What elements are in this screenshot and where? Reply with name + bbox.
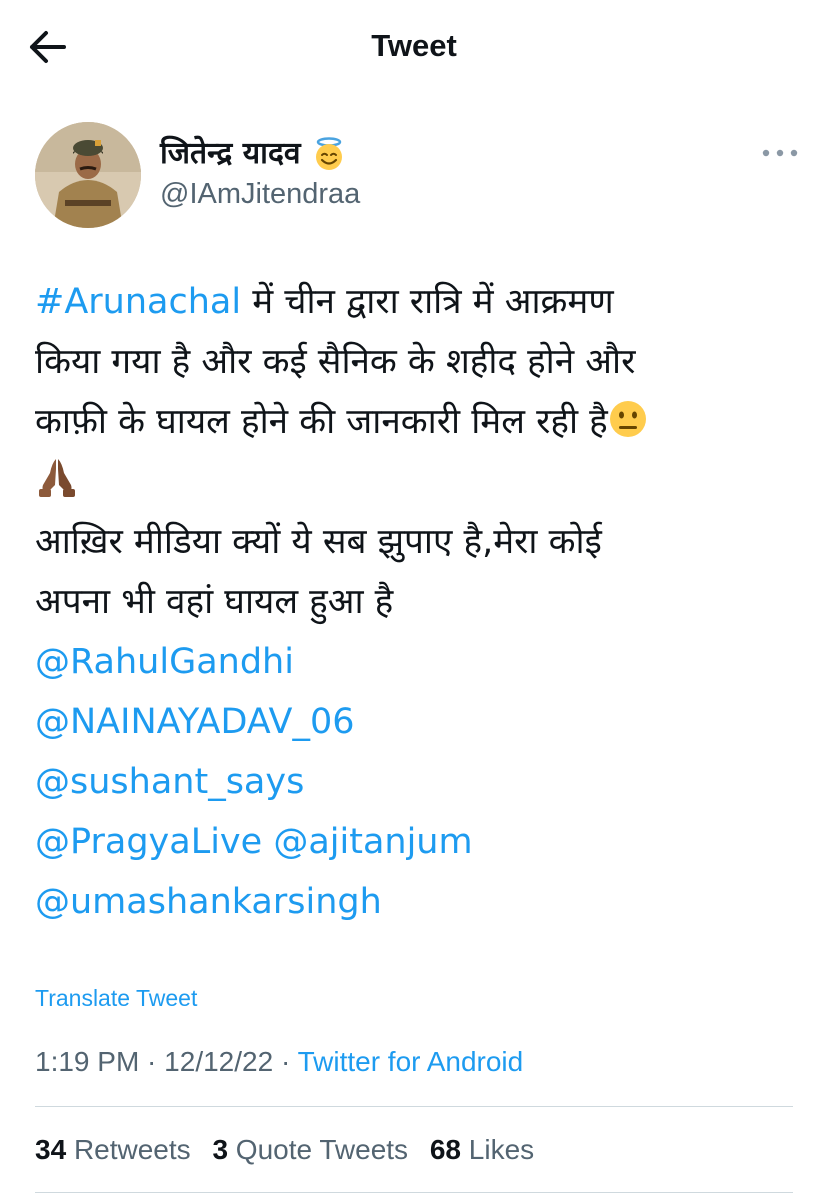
retweets-count: 34	[35, 1134, 67, 1165]
folded-hands-icon	[35, 455, 79, 518]
mention-link[interactable]: @PragyaLive	[35, 822, 262, 862]
likes-label: Likes	[468, 1134, 535, 1165]
tweet-date[interactable]: 12/12/22	[164, 1046, 273, 1077]
tweet-text: #Arunachal में चीन द्वारा रात्रि में आक्…	[35, 272, 805, 932]
tweet-line-10: @PragyaLive @ajitanjum	[35, 812, 805, 872]
quote-tweets-count: 3	[212, 1134, 229, 1165]
mention-link[interactable]: @ajitanjum	[273, 822, 472, 862]
author-handle[interactable]: @IAmJitendraa	[160, 176, 360, 212]
author-name[interactable]: जितेन्द्र यादव	[160, 134, 347, 174]
tweet-line-11: @umashankarsingh	[35, 872, 805, 932]
hashtag-link[interactable]: #Arunachal	[35, 282, 241, 322]
retweets-stat[interactable]: 34 Retweets	[35, 1134, 191, 1165]
avatar[interactable]	[35, 122, 141, 228]
tweet-line-5: आख़िर मीडिया क्यों ये सब झुपाए है,मेरा क…	[35, 522, 602, 562]
more-dots-icon	[762, 149, 798, 157]
mention-link[interactable]: @sushant_says	[35, 762, 304, 802]
tweet-time[interactable]: 1:19 PM	[35, 1046, 139, 1077]
tweet-line-3: काफ़ी के घायल होने की जानकारी मिल रही है	[35, 392, 805, 452]
tweet-text-segment: में चीन द्वारा रात्रि में आक्रमण	[241, 282, 614, 322]
tweet-line-7: @RahulGandhi	[35, 632, 805, 692]
mention-link[interactable]: @umashankarsingh	[35, 882, 382, 922]
likes-stat[interactable]: 68 Likes	[430, 1134, 534, 1165]
tweet-text-segment: काफ़ी के घायल होने की जानकारी मिल रही है	[35, 402, 608, 442]
mention-link[interactable]: @RahulGandhi	[35, 642, 294, 682]
translate-tweet-link[interactable]: Translate Tweet	[35, 982, 197, 1014]
tweet-line-4	[35, 452, 805, 512]
quote-tweets-stat[interactable]: 3 Quote Tweets	[212, 1134, 408, 1165]
meta-separator: ·	[273, 1046, 298, 1077]
tweet-source-link[interactable]: Twitter for Android	[298, 1046, 524, 1077]
tweet-line-6: अपना भी वहां घायल हुआ है	[35, 582, 394, 622]
quote-tweets-label: Quote Tweets	[235, 1134, 409, 1165]
neutral-face-icon	[608, 398, 648, 458]
tweet-stats: 34 Retweets 3 Quote Tweets 68 Likes	[35, 1130, 548, 1170]
tweet-line-9: @sushant_says	[35, 752, 805, 812]
top-bar: Tweet	[0, 0, 828, 92]
tweet-meta: 1:19 PM · 12/12/22 · Twitter for Android	[35, 1042, 523, 1082]
page-title: Tweet	[371, 28, 457, 63]
retweets-label: Retweets	[73, 1134, 191, 1165]
divider	[35, 1192, 793, 1193]
avatar-image	[35, 122, 141, 228]
tweet-line-2: किया गया है और कई सैनिक के शहीद होने और	[35, 342, 636, 382]
tweet-line-1: #Arunachal में चीन द्वारा रात्रि में आक्…	[35, 272, 805, 332]
divider	[35, 1106, 793, 1107]
smiling-face-with-halo-icon	[311, 136, 347, 172]
meta-separator: ·	[139, 1046, 165, 1077]
tweet-line-8: @NAINAYADAV_06	[35, 692, 805, 752]
likes-count: 68	[429, 1134, 461, 1165]
author-name-text: जितेन्द्र यादव	[160, 136, 301, 171]
more-button[interactable]	[758, 138, 802, 168]
mention-link[interactable]: @NAINAYADAV_06	[35, 702, 354, 742]
